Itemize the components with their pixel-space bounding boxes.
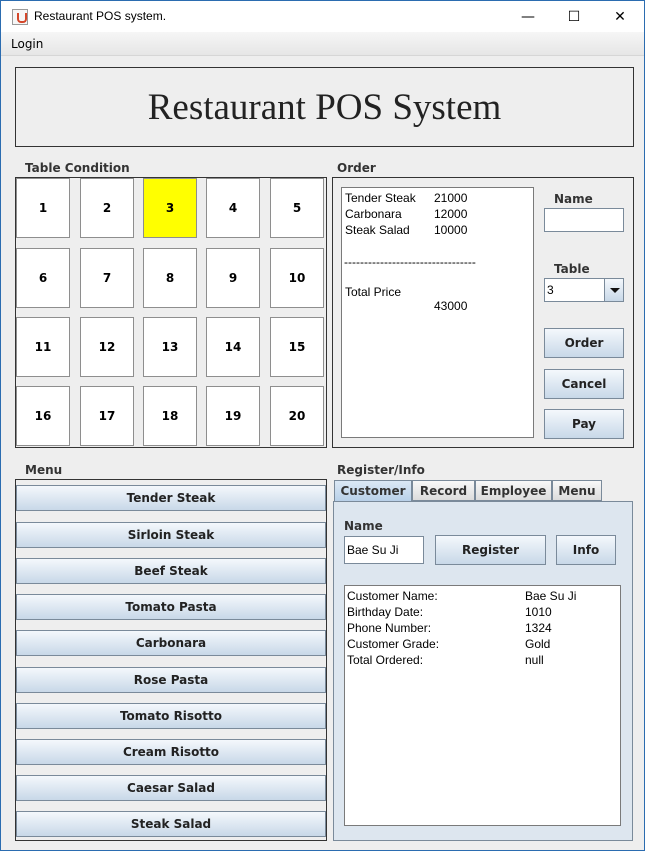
java-app-icon	[12, 9, 28, 25]
info-key: Customer Grade:	[347, 637, 440, 651]
table-button-4[interactable]: 4	[206, 178, 260, 238]
menu-item-button[interactable]: Sirloin Steak	[16, 522, 326, 548]
banner: Restaurant POS System	[15, 67, 634, 147]
window-title: Restaurant POS system.	[34, 9, 167, 23]
total-price-value: 43000	[434, 299, 468, 313]
title-bar: Restaurant POS system. — ☐ ✕	[1, 1, 644, 32]
order-name-input[interactable]	[544, 208, 624, 232]
table-button-3[interactable]: 3	[143, 178, 197, 238]
tab-employee[interactable]: Employee	[475, 480, 552, 501]
menu-label: Menu	[25, 463, 63, 477]
menu-item-button[interactable]: Cream Risotto	[16, 739, 326, 765]
app-window: Restaurant POS system. — ☐ ✕ Login Resta…	[0, 0, 645, 851]
info-value: 1324	[525, 621, 552, 635]
table-button-7[interactable]: 7	[80, 248, 134, 308]
info-value: 1010	[525, 605, 552, 619]
customer-info-row: Birthday Date: 1010	[347, 605, 618, 621]
customer-name-input[interactable]: Bae Su Ji	[344, 536, 424, 564]
table-button-8[interactable]: 8	[143, 248, 197, 308]
info-key: Customer Name:	[347, 589, 438, 603]
customer-name-label: Name	[344, 519, 383, 533]
table-button-1[interactable]: 1	[16, 178, 70, 238]
register-button[interactable]: Register	[435, 535, 546, 565]
table-button-17[interactable]: 17	[80, 386, 134, 446]
menu-item-button[interactable]: Tender Steak	[16, 485, 326, 511]
order-separator: ---------------------------------	[344, 255, 476, 269]
info-button[interactable]: Info	[556, 535, 616, 565]
minimize-button[interactable]: —	[505, 1, 551, 32]
order-blank-line	[344, 239, 531, 255]
customer-info-row: Phone Number: 1324	[347, 621, 618, 637]
order-name-label: Name	[554, 192, 593, 206]
table-select[interactable]: 3	[544, 278, 624, 302]
order-button[interactable]: Order	[544, 328, 624, 358]
menu-item-button[interactable]: Tomato Pasta	[16, 594, 326, 620]
info-key: Total Ordered:	[347, 653, 424, 667]
info-key: Birthday Date:	[347, 605, 424, 619]
info-value: Bae Su Ji	[525, 589, 577, 603]
table-button-5[interactable]: 5	[270, 178, 324, 238]
tab-menu[interactable]: Menu	[552, 480, 602, 501]
menu-item-button[interactable]: Beef Steak	[16, 558, 326, 584]
order-list: Tender Steak 21000 Carbonara 12000 Steak Sal…	[341, 187, 534, 438]
table-grid-panel: 1 2 3 4 5 6 7 8 9 10 11 12 13 14 15 16 17 18 19 20	[15, 177, 327, 448]
menu-bar: Login	[1, 32, 644, 56]
table-button-12[interactable]: 12	[80, 317, 134, 377]
customer-info-row: Customer Grade: Gold	[347, 637, 618, 653]
cancel-button[interactable]: Cancel	[544, 369, 624, 399]
table-button-20[interactable]: 20	[270, 386, 324, 446]
order-item-name: Carbonara	[345, 207, 402, 221]
order-item-price: 12000	[434, 207, 468, 221]
tab-record[interactable]: Record	[412, 480, 475, 501]
table-button-19[interactable]: 19	[206, 386, 260, 446]
chevron-down-icon[interactable]	[604, 279, 623, 301]
table-button-10[interactable]: 10	[270, 248, 324, 308]
register-info-label: Register/Info	[337, 463, 425, 477]
table-button-2[interactable]: 2	[80, 178, 134, 238]
menu-item-button[interactable]: Steak Salad	[16, 811, 326, 837]
order-item-price: 10000	[434, 223, 468, 237]
maximize-button[interactable]: ☐	[551, 1, 597, 32]
menu-login[interactable]: Login	[11, 37, 43, 51]
order-total-row: Total Price 43000	[344, 271, 531, 313]
table-button-11[interactable]: 11	[16, 317, 70, 377]
menu-item-button[interactable]: Caesar Salad	[16, 775, 326, 801]
info-value: Gold	[525, 637, 551, 651]
order-item-name: Tender Steak	[345, 191, 416, 205]
menu-item-button[interactable]: Rose Pasta	[16, 667, 326, 693]
customer-info-list: Customer Name: Bae Su Ji Birthday Date: 101…	[344, 585, 621, 826]
order-item-price: 21000	[434, 191, 468, 205]
order-line: Carbonara 12000	[344, 207, 531, 223]
table-select-value: 3	[547, 283, 554, 297]
total-price-label: Total Price	[345, 285, 402, 299]
order-line: Tender Steak 21000	[344, 191, 531, 207]
order-label: Order	[337, 161, 376, 175]
info-key: Phone Number:	[347, 621, 432, 635]
order-table-label: Table	[554, 262, 590, 276]
table-button-18[interactable]: 18	[143, 386, 197, 446]
info-value: null	[525, 653, 544, 667]
close-button[interactable]: ✕	[597, 1, 643, 32]
order-line: Steak Salad 10000	[344, 223, 531, 239]
table-button-16[interactable]: 16	[16, 386, 70, 446]
table-button-9[interactable]: 9	[206, 248, 260, 308]
tab-customer[interactable]: Customer	[334, 480, 412, 502]
table-button-13[interactable]: 13	[143, 317, 197, 377]
table-condition-label: Table Condition	[25, 161, 130, 175]
pay-button[interactable]: Pay	[544, 409, 624, 439]
menu-item-button[interactable]: Tomato Risotto	[16, 703, 326, 729]
banner-title: Restaurant POS System	[147, 86, 502, 128]
table-button-6[interactable]: 6	[16, 248, 70, 308]
customer-info-row: Total Ordered: null	[347, 653, 618, 669]
table-button-14[interactable]: 14	[206, 317, 260, 377]
table-button-15[interactable]: 15	[270, 317, 324, 377]
order-item-name: Steak Salad	[345, 223, 410, 237]
menu-item-button[interactable]: Carbonara	[16, 630, 326, 656]
customer-info-row: Customer Name: Bae Su Ji	[347, 589, 618, 605]
